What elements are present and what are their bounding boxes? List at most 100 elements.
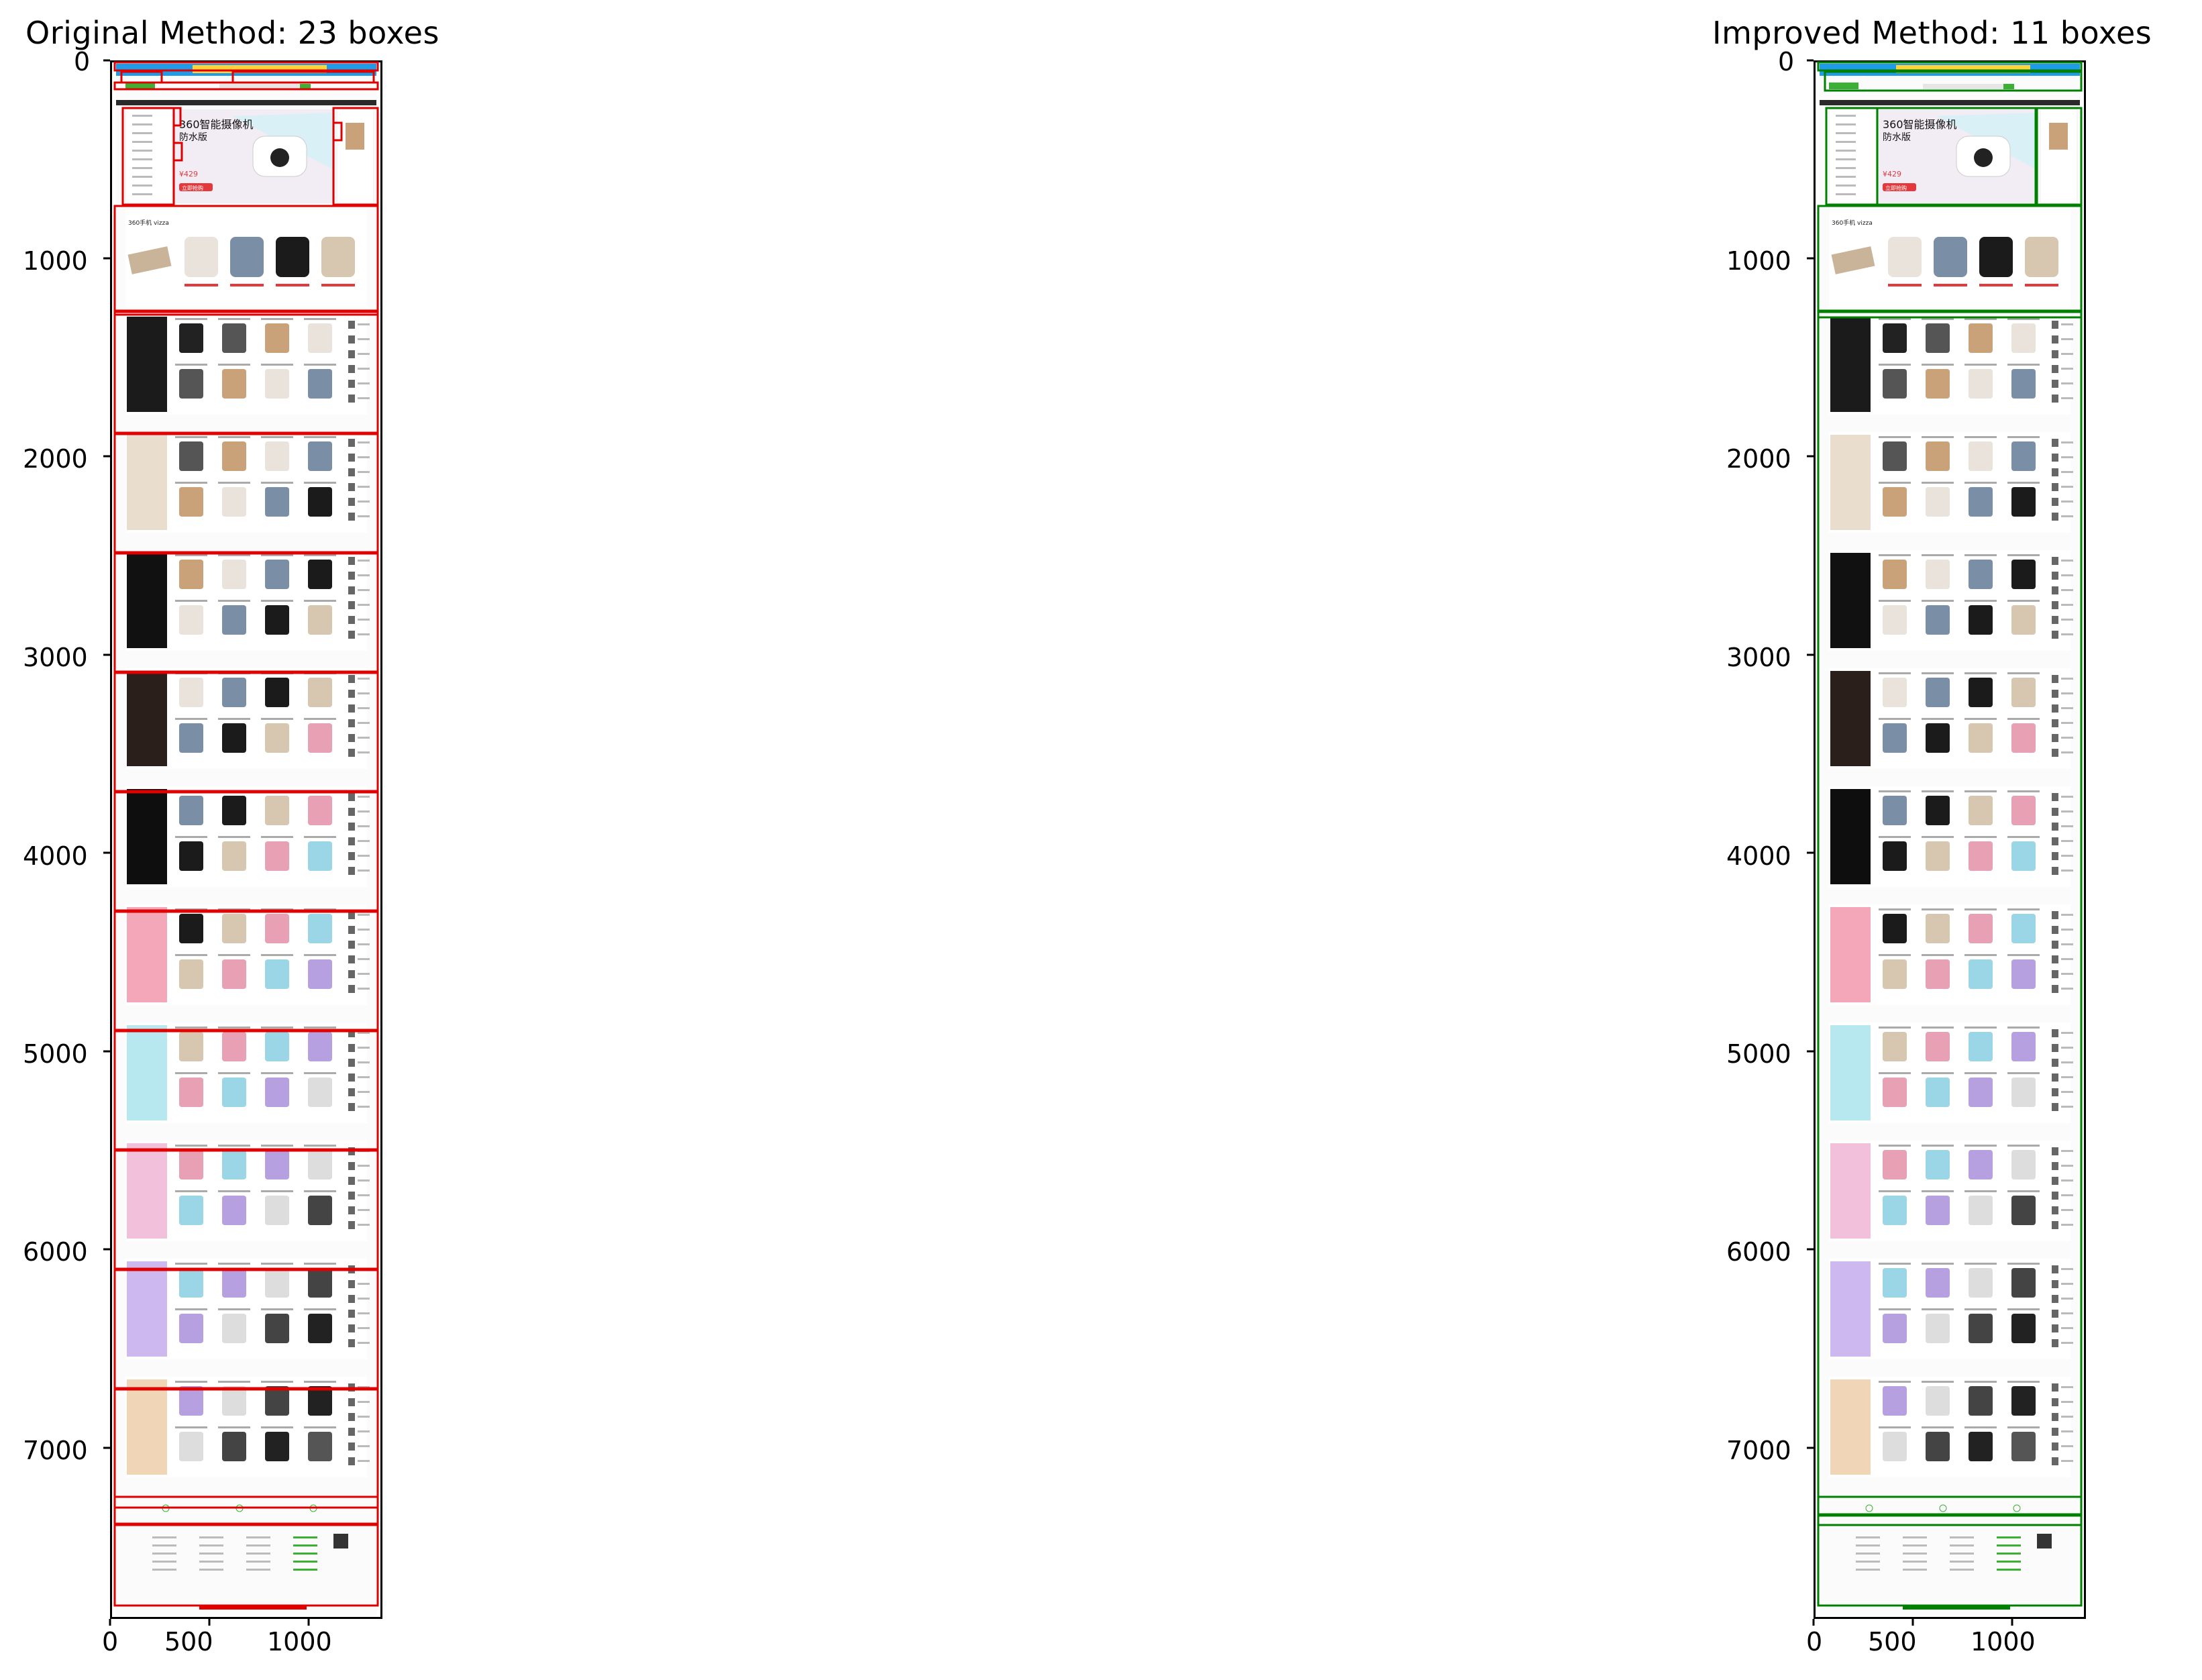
improved-product-name [1879, 672, 1911, 674]
improved-product [2011, 678, 2036, 707]
improved-side-item [2052, 1339, 2058, 1347]
original-product-name [175, 954, 207, 956]
original-side-item [348, 675, 355, 683]
improved-product-name [1922, 836, 1954, 838]
original-side-text [358, 589, 370, 591]
original-floor-hero [127, 1025, 167, 1120]
improved-side-item [2052, 572, 2058, 580]
original-side-item [348, 1162, 355, 1170]
improved-product [1926, 605, 1950, 635]
original-product [179, 1268, 203, 1298]
improved-side-text [2061, 1445, 2073, 1447]
improved-footer-link [1903, 1544, 1927, 1546]
original-floor-hero [127, 907, 167, 1002]
improved-product-name [2007, 1426, 2040, 1428]
original-side-item [348, 395, 355, 403]
original-promo-price [321, 284, 355, 286]
improved-product [1926, 1032, 1950, 1061]
improved-side-item [2052, 1206, 2058, 1214]
original-product-name [175, 482, 207, 484]
improved-side-item [2052, 1162, 2058, 1170]
original-product [308, 369, 332, 399]
original-product [308, 723, 332, 753]
improved-product [1969, 723, 1993, 753]
improved-side-text [2061, 707, 2073, 709]
original-product-name [175, 718, 207, 720]
improved-product [1969, 1268, 1993, 1298]
original-product-name [261, 1381, 293, 1383]
original-product-name [218, 436, 250, 438]
improved-side-item [2052, 955, 2058, 963]
improved-floor-hero [1830, 553, 1871, 648]
original-promo-item [321, 237, 355, 277]
improved-side-text [2061, 1209, 2073, 1211]
improved-product [1883, 1032, 1907, 1061]
improved-product-name [1922, 1381, 1954, 1383]
original-product [265, 1432, 289, 1461]
improved-product [1969, 1314, 1993, 1343]
improved-product [2011, 1150, 2036, 1179]
improved-side-text [2061, 471, 2073, 473]
improved-product-name [1879, 908, 1911, 910]
improved-product [1969, 796, 1993, 825]
improved-product [1969, 605, 1993, 635]
original-side-text [358, 1194, 370, 1196]
original-side-text [358, 338, 370, 340]
original-side-item [348, 1221, 355, 1229]
improved-side-text [2061, 1047, 2073, 1049]
improved-promo-label: 360手机 vizza [1832, 219, 1873, 227]
original-product [308, 959, 332, 989]
improved-side-text [2061, 1091, 2073, 1093]
screenshot-thumbnails: 360智能摄像机防水版¥429立即抢购360手机 vizza360智能摄像机防水… [103, 59, 2083, 1626]
original-side-text [358, 619, 370, 621]
improved-side-text [2061, 1298, 2073, 1300]
original-side-item [348, 439, 355, 447]
improved-side-item [2052, 1221, 2058, 1229]
improved-side-item [2052, 1073, 2058, 1082]
original-product [179, 1432, 203, 1461]
original-category-item [132, 115, 152, 117]
improved-search-btn [2003, 84, 2014, 89]
original-hero-price: ¥429 [179, 170, 198, 178]
original-promo-label: 360手机 vizza [128, 219, 169, 227]
original-side-item [348, 985, 355, 993]
improved-footer-link [1950, 1561, 1974, 1563]
improved-side-text [2061, 1401, 2073, 1403]
original-product-name [175, 1381, 207, 1383]
original-side-text [358, 737, 370, 739]
original-side-item [348, 631, 355, 639]
improved-floor-hero [1830, 789, 1871, 884]
original-side-text [358, 1106, 370, 1108]
original-footer-link [152, 1569, 176, 1571]
original-side-text [358, 914, 370, 916]
improved-product-name [1879, 836, 1911, 838]
improved-product [2011, 441, 2036, 471]
original-side-item [348, 1280, 355, 1288]
original-footer-link [199, 1536, 223, 1538]
improved-product-name [1879, 600, 1911, 602]
improved-side-item [2052, 1442, 2058, 1451]
original-footer-link [246, 1536, 270, 1538]
improved-side-item [2052, 985, 2058, 993]
improved-product-name [1922, 790, 1954, 792]
original-product [265, 914, 289, 943]
improved-product-name [1879, 1027, 1911, 1029]
improved-product [1883, 1150, 1907, 1179]
original-side-text [358, 1401, 370, 1403]
original-product [222, 796, 246, 825]
improved-product [2011, 1268, 2036, 1298]
original-product [179, 723, 203, 753]
original-product [179, 959, 203, 989]
improved-side-item [2052, 631, 2058, 639]
original-product [222, 723, 246, 753]
improved-product [1926, 1268, 1950, 1298]
improved-product [1883, 323, 1907, 353]
improved-product-name [1922, 954, 1954, 956]
original-side-item [348, 498, 355, 506]
improved-side-text [2061, 1194, 2073, 1196]
original-side-text [358, 796, 370, 798]
improved-side-item [2052, 1310, 2058, 1318]
original-side-item [348, 513, 355, 521]
original-product-name [261, 600, 293, 602]
improved-footer-link [1856, 1569, 1880, 1571]
